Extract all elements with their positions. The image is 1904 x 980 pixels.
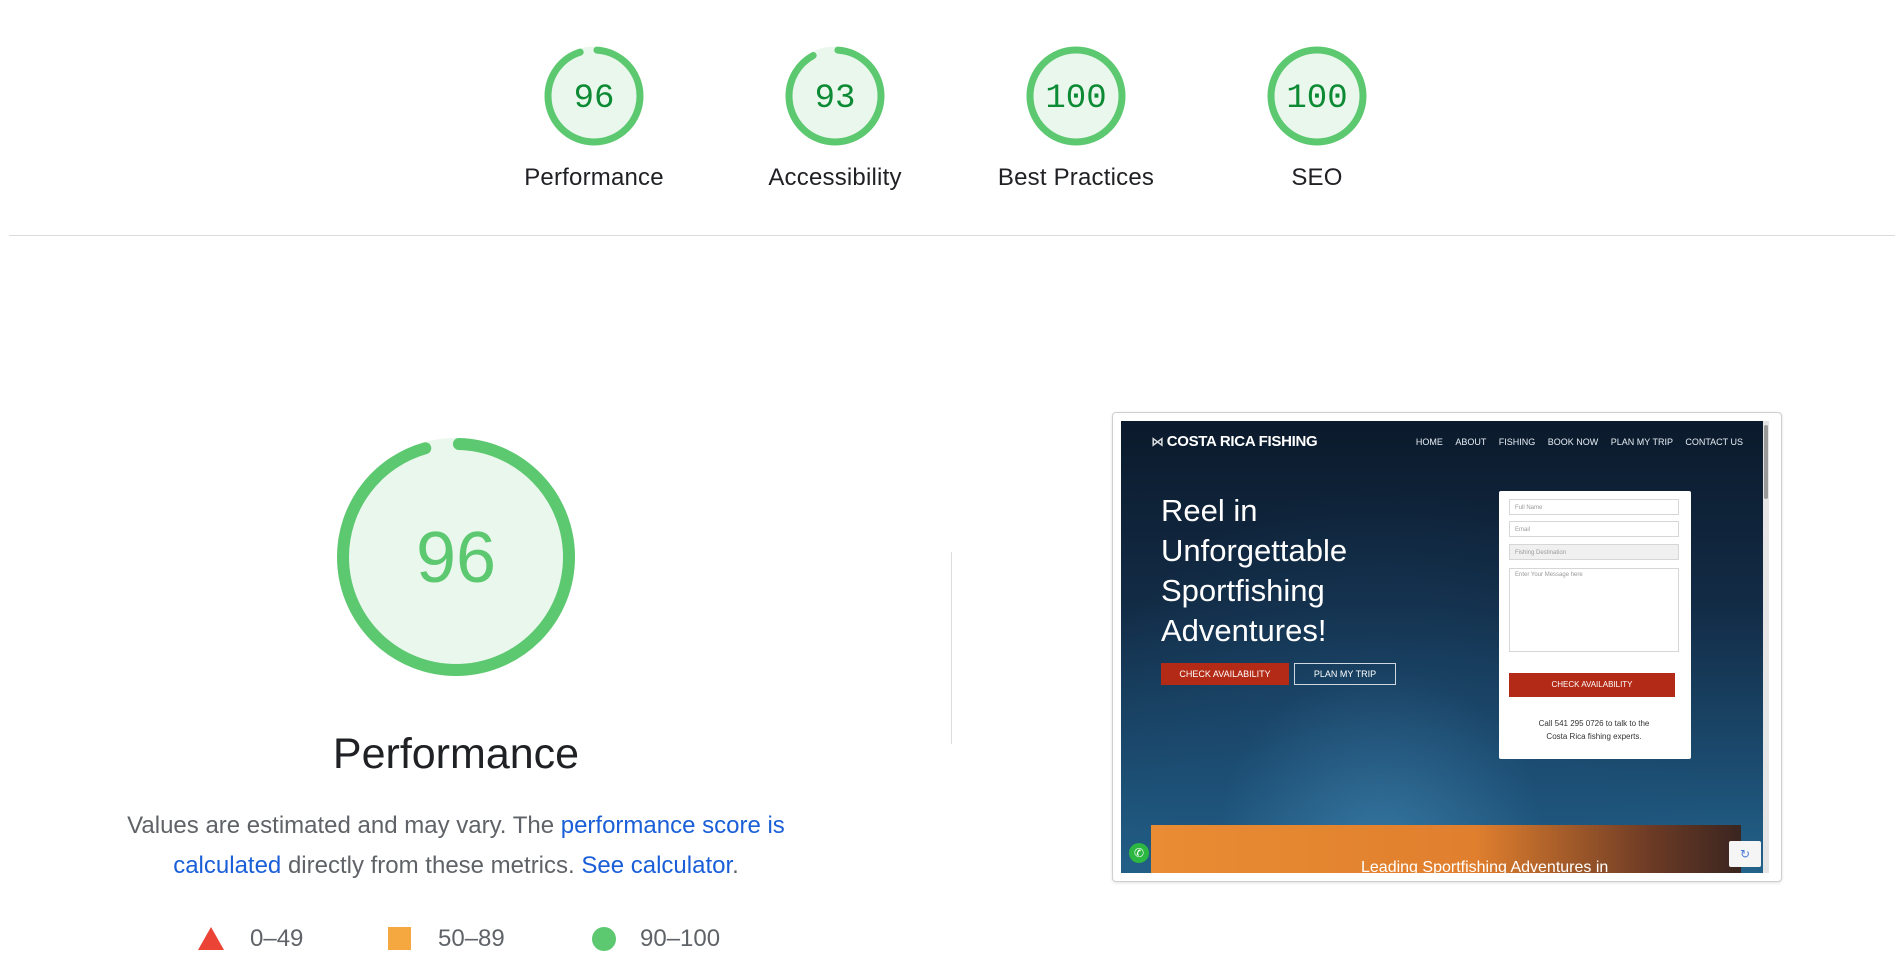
gauge-seo[interactable]: 100 SEO xyxy=(1227,44,1407,192)
site-logo-text: COSTA RICA FISHING xyxy=(1166,433,1318,450)
final-screenshot-frame[interactable]: ⋈ COSTA RICA FISHING HOME ABOUT FISHING B… xyxy=(1112,412,1782,882)
site-plan-trip-button: PLAN MY TRIP xyxy=(1294,663,1396,685)
recaptcha-icon: ↻ xyxy=(1729,841,1761,867)
fish-logo-icon: ⋈ xyxy=(1151,434,1164,449)
site-form-call: Call 541 295 0726 to talk to the Costa R… xyxy=(1509,717,1679,743)
performance-description: Values are estimated and may vary. The p… xyxy=(96,806,816,886)
site-form-message: Enter Your Message here xyxy=(1509,568,1679,652)
site-nav-item: BOOK NOW xyxy=(1547,437,1599,447)
description-text-2: directly from these metrics. xyxy=(281,852,582,879)
site-form-call-line: Costa Rica fishing experts. xyxy=(1546,732,1642,741)
gauge-accessibility-ring: 93 xyxy=(785,46,885,146)
site-scrollbar xyxy=(1763,421,1769,873)
gauge-performance-score: 96 xyxy=(574,80,615,118)
site-nav-item: PLAN MY TRIP xyxy=(1610,437,1673,447)
hero-line: Adventures! xyxy=(1161,613,1327,648)
performance-main-gauge: 96 xyxy=(335,436,577,683)
gauge-performance-label: Performance xyxy=(524,164,664,191)
legend-pass-range: 90–100 xyxy=(640,925,721,952)
site-booking-form: Full Name Email Fishing Destination Ente… xyxy=(1499,491,1691,759)
header-divider xyxy=(9,235,1895,236)
description-text-3: . xyxy=(732,852,739,879)
site-hero-heading: Reel in Unforgettable Sportfishing Adven… xyxy=(1161,491,1441,651)
see-calculator-link[interactable]: See calculator xyxy=(581,852,732,879)
gauge-seo-ring: 100 xyxy=(1267,46,1367,146)
description-text-1: Values are estimated and may vary. The xyxy=(127,812,561,839)
site-form-name: Full Name xyxy=(1509,499,1679,515)
gauge-performance[interactable]: 96 Performance xyxy=(504,44,684,192)
gauge-seo-score: 100 xyxy=(1286,80,1347,118)
gauge-best-practices[interactable]: 100 Best Practices xyxy=(986,44,1166,192)
site-nav-item: ABOUT xyxy=(1455,437,1487,447)
legend-fail-range: 0–49 xyxy=(250,925,304,952)
gauge-best-practices-score: 100 xyxy=(1045,80,1106,118)
site-band-text: Leading Sportfishing Adventures in xyxy=(1361,859,1609,873)
site-nav: HOME ABOUT FISHING BOOK NOW PLAN MY TRIP… xyxy=(1406,437,1743,447)
gauge-performance-ring: 96 xyxy=(544,46,644,146)
gauge-accessibility[interactable]: 93 Accessibility xyxy=(745,44,925,192)
site-form-call-line: Call 541 295 0726 to talk to the xyxy=(1538,719,1650,728)
performance-title: Performance xyxy=(332,730,580,778)
gauge-best-practices-label: Best Practices xyxy=(997,164,1155,191)
gauge-accessibility-label: Accessibility xyxy=(768,164,902,191)
site-nav-item: CONTACT US xyxy=(1685,437,1743,447)
gauge-seo-label: SEO xyxy=(1291,164,1343,191)
hero-line: Unforgettable xyxy=(1161,533,1348,568)
legend-average-range: 50–89 xyxy=(438,925,505,952)
pass-circle-icon xyxy=(592,927,616,951)
site-form-destination: Fishing Destination xyxy=(1509,544,1679,560)
category-gauges: 96 Performance 93 Accessibility 100 Best… xyxy=(0,44,1904,204)
site-check-availability-button: CHECK AVAILABILITY xyxy=(1161,663,1289,685)
site-form-submit: CHECK AVAILABILITY xyxy=(1509,673,1675,697)
performance-main-score: 96 xyxy=(416,518,496,598)
gauge-accessibility-score: 93 xyxy=(815,80,856,118)
gauge-best-practices-ring: 100 xyxy=(1026,46,1126,146)
fail-triangle-icon xyxy=(198,927,224,950)
whatsapp-icon: ✆ xyxy=(1129,843,1149,863)
hero-line: Reel in xyxy=(1161,493,1258,528)
site-nav-item: HOME xyxy=(1415,437,1443,447)
site-nav-item: FISHING xyxy=(1498,437,1536,447)
average-square-icon xyxy=(388,927,411,950)
section-separator xyxy=(951,552,952,744)
final-screenshot: ⋈ COSTA RICA FISHING HOME ABOUT FISHING B… xyxy=(1121,421,1769,873)
site-form-email: Email xyxy=(1509,521,1679,537)
hero-line: Sportfishing xyxy=(1161,573,1325,608)
site-logo: ⋈ COSTA RICA FISHING xyxy=(1151,433,1318,450)
